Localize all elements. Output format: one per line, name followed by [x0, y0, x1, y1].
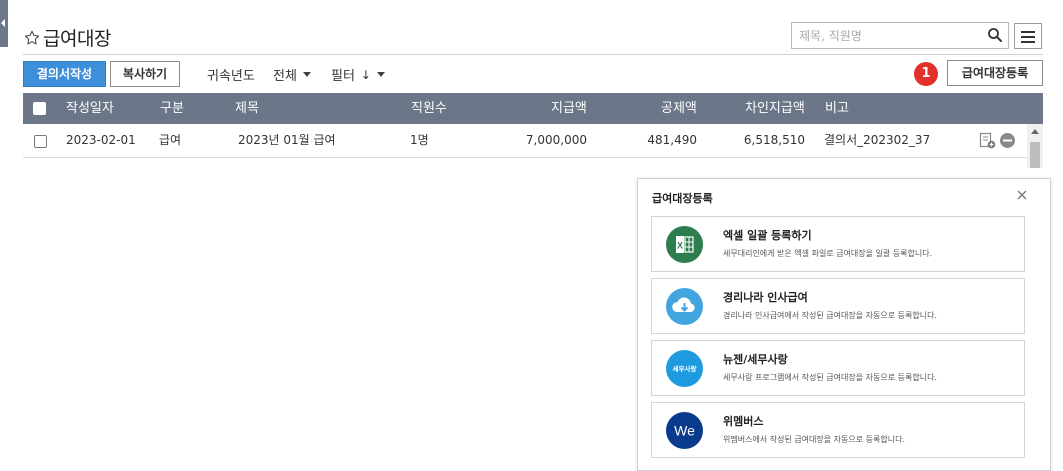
cell-title[interactable]: 2023년 01월 급여 — [238, 124, 336, 157]
caret-down-icon — [302, 72, 311, 77]
register-payroll-button[interactable]: 급여대장등록 — [947, 60, 1043, 86]
cell-deduction: 481,490 — [647, 133, 697, 147]
row-checkbox[interactable] — [34, 135, 47, 148]
option-wemembers[interactable]: We 위멤버스 위멤버스에서 작성된 급여대장을 자동으로 등록합니다. — [651, 402, 1025, 458]
cloud-download-icon — [666, 288, 703, 325]
star-icon[interactable] — [23, 29, 41, 47]
option-desc: 세무사랑 프로그램에서 작성된 급여대장을 자동으로 등록합니다. — [723, 373, 937, 382]
option-gyeongri-hr[interactable]: 경리나라 인사급여 경리나라 인사급여에서 작성된 급여대장을 자동으로 등록합… — [651, 278, 1025, 334]
option-title: 경리나라 인사급여 — [723, 291, 808, 304]
filter-dropdown[interactable]: 필터 ↓ — [331, 65, 385, 84]
remove-circle-icon[interactable] — [999, 132, 1016, 149]
scrollbar-thumb[interactable] — [1030, 142, 1040, 168]
year-dropdown[interactable]: 전체 — [273, 65, 311, 84]
page-header: 급여대장 — [23, 24, 111, 51]
step-badge: 1 — [914, 62, 938, 86]
option-desc: 경리나라 인사급여에서 작성된 급여대장을 자동으로 등록합니다. — [723, 311, 937, 320]
hamburger-menu-button[interactable] — [1014, 23, 1042, 49]
scrollbar[interactable] — [1027, 124, 1043, 168]
search-input[interactable] — [792, 23, 972, 48]
register-payroll-popup: 급여대장등록 X 엑셀 일괄 등록하기 세무대리인에게 받은 엑셀 파일로 급여… — [637, 178, 1051, 471]
col-note[interactable]: 비고 — [825, 93, 849, 124]
cell-note: 결의서_202302_37 — [824, 133, 931, 147]
col-net[interactable]: 차인지급액 — [745, 93, 805, 124]
table-header: 작성일자 구분 제목 직원수 지급액 공제액 차인지급액 비고 — [23, 93, 1043, 124]
cell-net: 6,518,510 — [743, 133, 805, 147]
option-desc: 위멤버스에서 작성된 급여대장을 자동으로 등록합니다. — [723, 435, 905, 444]
cell-date: 2023-02-01 — [66, 133, 136, 147]
wemembers-logo: We — [666, 412, 703, 449]
option-desc: 세무대리인에게 받은 엑셀 파일로 급여대장을 일괄 등록합니다. — [723, 249, 933, 258]
option-title: 엑셀 일괄 등록하기 — [723, 229, 812, 242]
svg-text:We: We — [674, 423, 695, 439]
search-icon[interactable] — [986, 26, 1004, 44]
cell-type: 급여 — [159, 133, 182, 147]
svg-text:X: X — [677, 241, 683, 251]
caret-down-icon — [376, 72, 385, 77]
row-actions — [979, 132, 1016, 149]
col-pay[interactable]: 지급액 — [551, 93, 587, 124]
close-icon[interactable] — [1015, 188, 1029, 202]
cell-pay: 7,000,000 — [525, 133, 587, 147]
side-panel-toggle[interactable] — [0, 0, 8, 47]
scroll-up-icon[interactable] — [1031, 129, 1039, 134]
svg-text:세무사랑: 세무사랑 — [673, 364, 697, 373]
document-add-icon[interactable] — [979, 132, 996, 149]
option-excel-upload[interactable]: X 엑셀 일괄 등록하기 세무대리인에게 받은 엑셀 파일로 급여대장을 일괄 … — [651, 216, 1025, 272]
page-title: 급여대장 — [43, 28, 111, 50]
option-newgen-semusarang[interactable]: 세무사랑 뉴젠/세무사랑 세무사랑 프로그램에서 작성된 급여대장을 자동으로 … — [651, 340, 1025, 396]
col-date[interactable]: 작성일자 — [66, 93, 114, 124]
table-row[interactable]: 2023-02-01 급여 2023년 01월 급여 1명 7,000,000 … — [23, 124, 1027, 158]
header-divider — [23, 54, 1043, 55]
col-title[interactable]: 제목 — [235, 93, 259, 124]
select-all-checkbox[interactable] — [33, 102, 46, 115]
col-deduction[interactable]: 공제액 — [661, 93, 697, 124]
semusarang-logo: 세무사랑 — [666, 350, 703, 387]
option-title: 위멤버스 — [723, 415, 764, 428]
popup-title: 급여대장등록 — [652, 192, 713, 205]
copy-button[interactable]: 복사하기 — [110, 61, 180, 87]
excel-icon: X — [666, 226, 703, 263]
col-type[interactable]: 구분 — [160, 93, 184, 124]
sort-down-arrow-icon: ↓ — [360, 67, 371, 82]
option-title: 뉴젠/세무사랑 — [723, 353, 788, 366]
write-resolution-button[interactable]: 결의서작성 — [23, 61, 106, 87]
year-label: 귀속년도 — [207, 69, 255, 84]
search-box — [791, 22, 1009, 49]
col-employees[interactable]: 직원수 — [411, 93, 447, 124]
cell-employees: 1명 — [410, 133, 429, 147]
chevron-left-icon — [1, 19, 5, 27]
